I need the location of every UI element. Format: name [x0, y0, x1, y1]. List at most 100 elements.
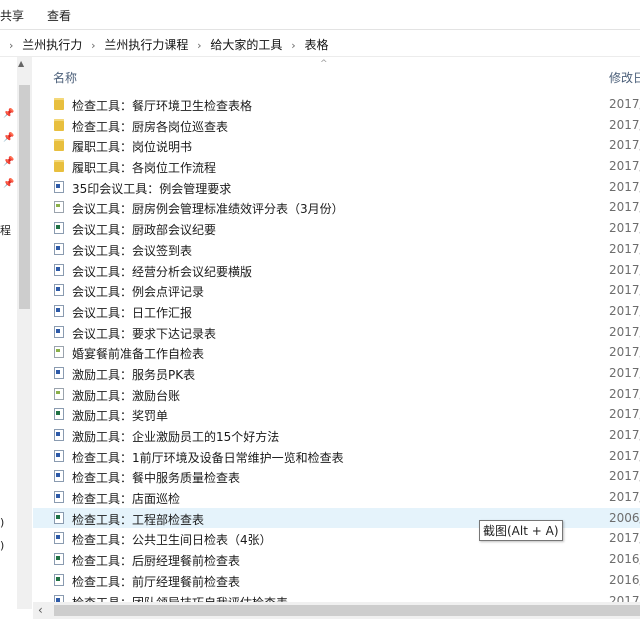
- scroll-up-icon[interactable]: ▲: [18, 59, 24, 68]
- horizontal-scrollbar[interactable]: ‹: [33, 602, 640, 619]
- file-name: 婚宴餐前准备工作自检表: [72, 347, 205, 362]
- word-doc-icon: [54, 532, 64, 545]
- file-row[interactable]: 会议工具：例会点评记录 2017/: [33, 280, 640, 301]
- word-doc-icon: [54, 304, 64, 317]
- file-modified-date: 2017/: [609, 345, 640, 360]
- file-row[interactable]: 激励工具：奖罚单 2017/: [33, 404, 640, 425]
- excel-file-icon: [54, 222, 64, 235]
- file-modified-date: 2017/: [609, 428, 640, 442]
- file-name: 激励工具：企业激励员工的15个好方法: [72, 430, 280, 444]
- word-doc-icon: [54, 325, 64, 338]
- file-row[interactable]: 35印会议工具：例会管理要求 2017/: [33, 177, 640, 198]
- file-row[interactable]: 会议工具：厨政部会议纪要 2017/: [33, 218, 640, 239]
- file-row[interactable]: 会议工具：会议签到表 2017/: [33, 239, 640, 260]
- chevron-right-icon[interactable]: ›: [291, 39, 295, 52]
- file-modified-date: 2017/: [609, 324, 640, 339]
- file-modified-date: 2017/: [609, 283, 640, 298]
- file-name: 会议工具：会议签到表: [72, 243, 193, 258]
- file-row[interactable]: 检查工具：1前厅环境及设备日常维护一览和检查表 2017/: [33, 446, 640, 467]
- breadcrumb-item[interactable]: 兰州执行力: [22, 38, 82, 52]
- column-header-name[interactable]: 名称: [53, 69, 77, 86]
- nav-item-label[interactable]: ): [0, 516, 4, 529]
- generic-file-icon: [54, 387, 64, 400]
- pin-icon[interactable]: 📌: [3, 109, 14, 119]
- file-name: 会议工具：例会点评记录: [72, 285, 205, 300]
- breadcrumb-item[interactable]: 给大家的工具: [210, 38, 282, 52]
- breadcrumb-item[interactable]: 表格: [304, 38, 328, 52]
- file-row[interactable]: 检查工具：后厨经理餐前检查表 2016/: [33, 549, 640, 570]
- word-doc-icon: [54, 491, 64, 504]
- address-bar[interactable]: › 兰州执行力 › 兰州执行力课程 › 给大家的工具 › 表格: [0, 30, 640, 57]
- file-name: 会议工具：厨房例会管理标准绩效评分表（3月份）: [72, 202, 344, 217]
- file-row[interactable]: 会议工具：厨房例会管理标准绩效评分表（3月份） 2017/: [33, 197, 640, 218]
- file-modified-date: 2017/: [609, 262, 640, 277]
- pin-icon[interactable]: 📌: [3, 157, 14, 167]
- file-modified-date: 2017/: [609, 138, 640, 153]
- file-modified-date: 2016/: [609, 552, 640, 567]
- breadcrumb-item[interactable]: 兰州执行力课程: [104, 38, 188, 52]
- file-row[interactable]: 会议工具：要求下达记录表 2017/: [33, 322, 640, 343]
- generic-file-icon: [54, 201, 64, 214]
- nav-item-label[interactable]: ): [0, 539, 4, 552]
- nav-item-label[interactable]: 程: [0, 222, 11, 238]
- file-modified-date: 2006/: [609, 510, 640, 525]
- file-name: 检查工具：餐中服务质量检查表: [72, 471, 241, 486]
- file-modified-date: 2017/: [609, 448, 640, 463]
- folder-icon: [54, 118, 64, 131]
- word-doc-icon: [54, 366, 64, 379]
- file-row[interactable]: 检查工具：餐中服务质量检查表 2017/: [33, 466, 640, 487]
- file-name: 检查工具：店面巡检: [72, 492, 181, 507]
- folder-icon: [54, 160, 64, 173]
- word-doc-icon: [54, 429, 64, 441]
- file-name: 检查工具：公共卫生间日检表（4张）: [72, 533, 272, 548]
- column-header-date[interactable]: 修改日: [609, 69, 640, 86]
- file-row[interactable]: 履职工具：各岗位工作流程 2017/: [33, 156, 640, 177]
- file-row[interactable]: 激励工具：激励台账 2017/: [33, 384, 640, 405]
- pin-icon[interactable]: 📌: [3, 133, 14, 143]
- excel-file-icon: [54, 553, 64, 566]
- folder-icon: [54, 98, 64, 110]
- file-name: 检查工具：厨房各岗位巡查表: [72, 119, 229, 134]
- chevron-right-icon[interactable]: ›: [9, 39, 13, 52]
- file-row[interactable]: 激励工具：企业激励员工的15个好方法 2017/: [33, 425, 640, 446]
- file-modified-date: 2017/: [609, 303, 640, 318]
- file-modified-date: 2017/: [609, 221, 640, 236]
- file-modified-date: 2017/: [609, 241, 640, 256]
- file-name: 检查工具：前厅经理餐前检查表: [72, 574, 241, 589]
- sort-up-icon: ^: [320, 59, 328, 69]
- file-row[interactable]: 检查工具：前厅经理餐前检查表 2016/: [33, 570, 640, 591]
- excel-file-icon: [54, 511, 64, 524]
- word-doc-icon: [54, 470, 64, 483]
- chevron-right-icon[interactable]: ›: [197, 39, 201, 52]
- file-row[interactable]: 激励工具：服务员PK表 2017/: [33, 363, 640, 384]
- file-name: 履职工具：岗位说明书: [72, 140, 193, 155]
- ribbon-tabs: 共享 查看: [0, 0, 640, 30]
- file-name: 检查工具：工程部检查表: [72, 512, 205, 527]
- file-row[interactable]: 婚宴餐前准备工作自检表 2017/: [33, 342, 640, 363]
- file-row[interactable]: 检查工具：餐厅环境卫生检查表格 2017/: [33, 94, 640, 115]
- file-row[interactable]: 会议工具：日工作汇报 2017/: [33, 301, 640, 322]
- tab-share[interactable]: 共享: [0, 7, 24, 24]
- pin-icon[interactable]: 📌: [3, 179, 14, 189]
- nav-scrollbar-thumb[interactable]: [19, 85, 30, 309]
- folder-icon: [54, 139, 64, 152]
- horizontal-scrollbar-thumb[interactable]: [54, 605, 640, 616]
- file-modified-date: 2017/: [609, 407, 640, 422]
- word-doc-icon: [54, 284, 64, 297]
- scroll-left-icon[interactable]: ‹: [38, 603, 43, 617]
- file-modified-date: 2017/: [609, 365, 640, 380]
- file-name: 会议工具：要求下达记录表: [72, 326, 217, 341]
- file-modified-date: 2017/: [609, 117, 640, 132]
- file-name: 激励工具：奖罚单: [72, 409, 169, 424]
- file-row[interactable]: 履职工具：岗位说明书 2017/: [33, 135, 640, 156]
- breadcrumb: › 兰州执行力 › 兰州执行力课程 › 给大家的工具 › 表格: [4, 36, 328, 53]
- file-row[interactable]: 会议工具：经营分析会议纪要横版 2017/: [33, 260, 640, 281]
- file-row[interactable]: 检查工具：店面巡检 2017/: [33, 487, 640, 508]
- word-doc-icon: [54, 449, 64, 462]
- file-row[interactable]: 检查工具：厨房各岗位巡查表 2017/: [33, 115, 640, 136]
- tab-view[interactable]: 查看: [47, 7, 71, 24]
- file-name: 会议工具：厨政部会议纪要: [72, 223, 217, 238]
- chevron-right-icon[interactable]: ›: [91, 39, 95, 52]
- word-doc-icon: [54, 180, 64, 193]
- file-name: 检查工具：1前厅环境及设备日常维护一览和检查表: [72, 450, 344, 465]
